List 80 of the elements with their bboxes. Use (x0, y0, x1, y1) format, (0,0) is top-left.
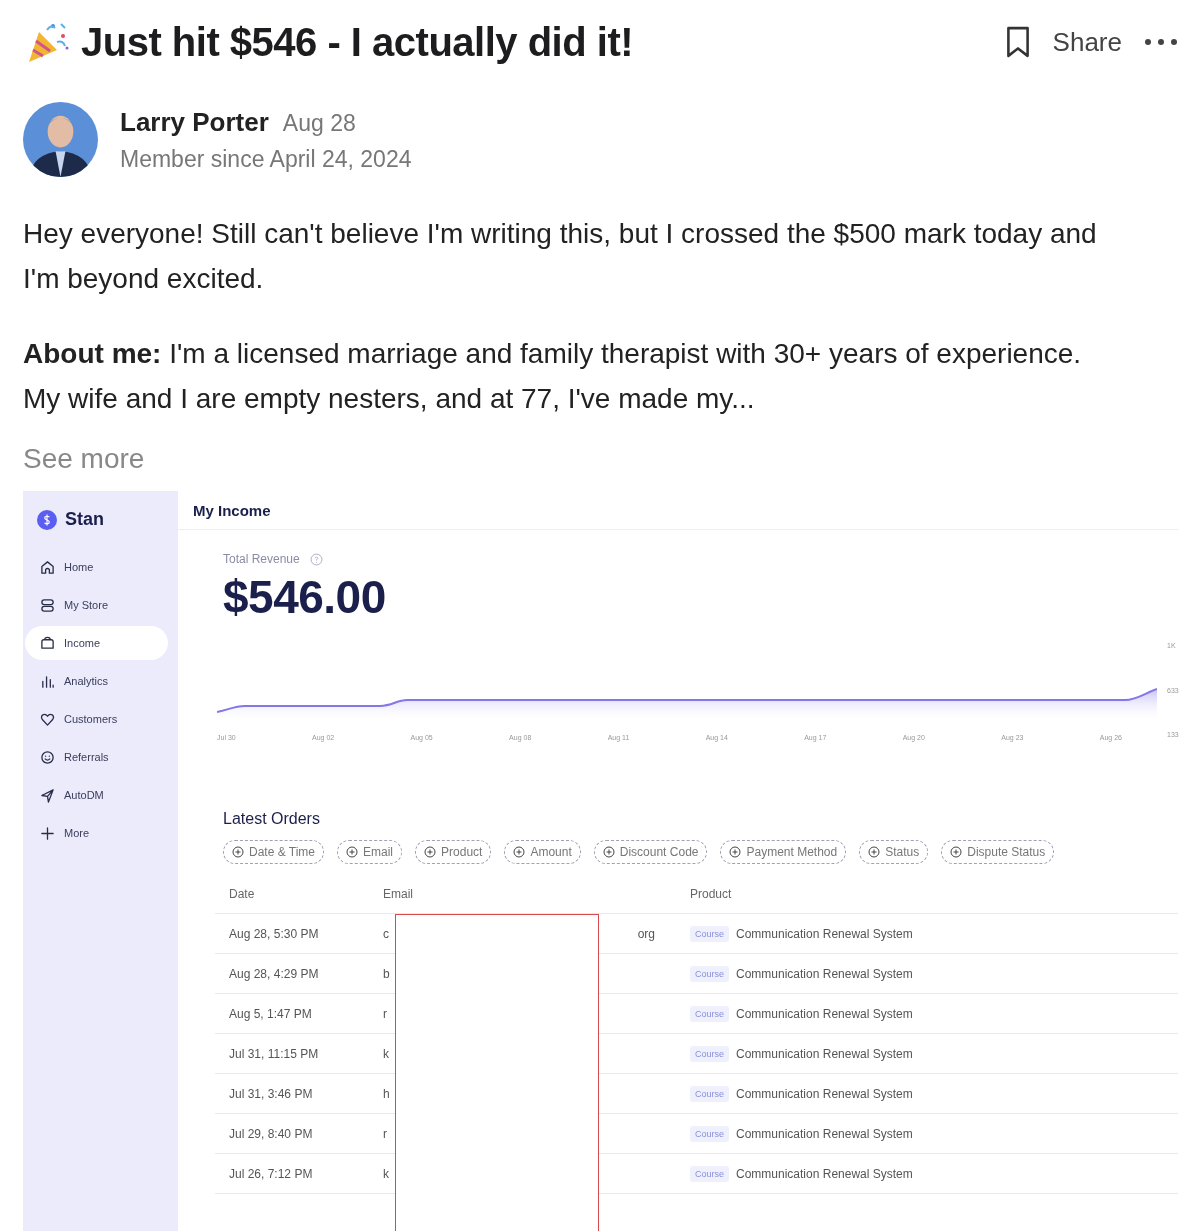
course-tag: Course (690, 1045, 729, 1062)
author-name[interactable]: Larry Porter (120, 106, 269, 138)
table-cell: Communication Renewal System (736, 926, 913, 941)
nav-item[interactable]: Customers (25, 702, 168, 736)
plus-icon (40, 825, 55, 841)
revenue-amount: $546.00 (223, 570, 387, 624)
course-tag: Course (690, 925, 729, 942)
share-button[interactable]: Share (1048, 26, 1126, 58)
column-header: Product (690, 886, 732, 901)
course-tag: Course (690, 1125, 729, 1142)
member-since: Member since April 24, 2024 (120, 145, 412, 173)
table-cell: Communication Renewal System (736, 1086, 913, 1101)
nav-item[interactable]: Income (25, 626, 168, 660)
email-cell: k (383, 1046, 389, 1061)
post-title: Just hit $546 - I actually did it! (81, 19, 635, 65)
table-cell: Communication Renewal System (736, 1166, 913, 1181)
home-icon (40, 559, 55, 575)
table-cell-text: Aug 28, 5:30 PM (229, 926, 320, 941)
plus-circle-icon (950, 846, 963, 858)
plus-circle-icon (868, 846, 881, 858)
plus-circle-icon (424, 846, 437, 858)
stack-icon (40, 597, 55, 613)
table-cell-text: Aug 5, 1:47 PM (229, 1006, 313, 1021)
filter-chip[interactable]: Email (337, 840, 403, 864)
plus-circle-icon (602, 846, 615, 858)
plus-circle-icon (729, 846, 742, 858)
table-cell-text: Aug 28, 4:29 PM (229, 966, 320, 981)
post-paragraph: Hey everyone! Still can't believe I'm writing this, but I crossed the $500 mark today and I'm beyond excited. (23, 217, 1098, 296)
table-cell-text: Jul 26, 7:12 PM (229, 1166, 314, 1181)
dollar-logo-icon (37, 509, 57, 530)
table-cell: Communication Renewal System (736, 1006, 913, 1021)
section-title: Latest Orders (223, 810, 321, 828)
filter-chip[interactable]: Status (859, 840, 929, 864)
course-tag: Course (690, 965, 729, 982)
page-heading: My Income (193, 501, 271, 519)
table-cell-text: Jul 31, 11:15 PM (229, 1046, 320, 1061)
nav-item[interactable]: Referrals (25, 740, 168, 774)
table-cell-text: Jul 31, 3:46 PM (229, 1086, 314, 1101)
email-cell: c (383, 926, 389, 941)
table-cell: Communication Renewal System (736, 1126, 913, 1141)
filter-chip[interactable]: Amount (504, 840, 581, 864)
filter-chip[interactable]: Product (415, 840, 492, 864)
course-tag: Course (690, 1005, 729, 1022)
filter-chip[interactable]: Date & Time (223, 840, 325, 864)
table-cell: Communication Renewal System (736, 966, 913, 981)
bookmark-icon[interactable] (1004, 26, 1031, 58)
nav-item[interactable]: Analytics (25, 664, 168, 698)
column-header: Email (383, 886, 414, 901)
email-cell: org (637, 926, 655, 941)
email-cell: r (383, 1006, 387, 1021)
smiley-icon (40, 749, 55, 765)
email-cell: k (383, 1166, 389, 1181)
nav-item[interactable]: AutoDM (25, 778, 168, 812)
plus-circle-icon (232, 846, 244, 858)
nav-item[interactable]: My Store (25, 588, 168, 622)
plus-circle-icon (346, 846, 359, 858)
send-icon (40, 787, 55, 803)
heart-icon (40, 711, 55, 727)
post-date: Aug 28 (282, 109, 356, 137)
column-header: Date (229, 886, 256, 901)
course-tag: Course (690, 1085, 729, 1102)
table-cell-text: Jul 29, 8:40 PM (229, 1126, 314, 1141)
email-cell: h (383, 1086, 390, 1101)
filter-chip[interactable]: Discount Code (593, 840, 708, 864)
filter-chip[interactable]: Dispute Status (941, 840, 1055, 864)
post-paragraph: About me: I'm a licensed marriage and family therapist with 30+ years of experience. My wife and I are empty nesters, and at 77, I've made my... (23, 337, 1083, 416)
see-more-link[interactable]: See more (23, 443, 145, 475)
nav-item[interactable]: More (25, 816, 168, 850)
bag-icon (40, 635, 55, 651)
email-cell: r (383, 1126, 387, 1141)
bar-chart-icon (40, 673, 55, 689)
nav-item[interactable]: Home (25, 550, 168, 584)
table-cell: Communication Renewal System (736, 1046, 913, 1061)
revenue-label: Total Revenue (223, 552, 300, 566)
filter-chip[interactable]: Payment Method (720, 840, 847, 864)
course-tag: Course (690, 1165, 729, 1182)
plus-circle-icon (513, 846, 526, 858)
more-icon[interactable] (1144, 38, 1178, 46)
brand-name: Stan (65, 509, 104, 530)
email-cell: b (383, 966, 390, 981)
